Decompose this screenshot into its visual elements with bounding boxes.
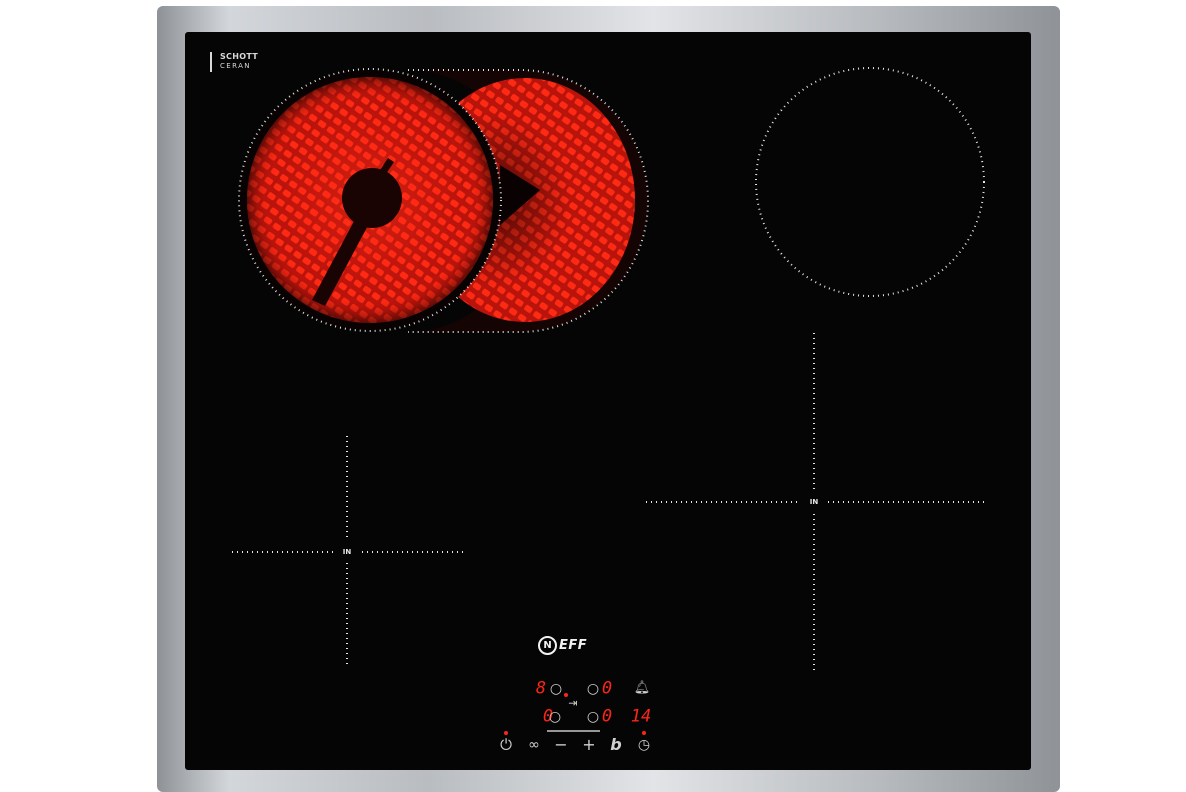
zone1-select-button[interactable]: ○	[550, 682, 562, 696]
zone2-level-display: 0	[601, 678, 613, 699]
zone1-indicator-dot	[564, 693, 568, 697]
minus-icon[interactable]: −	[554, 737, 567, 753]
zone4-level-display: 0	[601, 706, 613, 727]
bell-icon[interactable]: 🔔︎	[634, 682, 651, 695]
zone1-level-display: 8	[535, 678, 547, 699]
plus-icon[interactable]: +	[582, 737, 595, 753]
clock-icon[interactable]: ◷	[638, 738, 650, 752]
clock-indicator-dot	[642, 731, 646, 735]
rear-right-zone[interactable]	[755, 67, 985, 297]
neff-wordmark: EFF	[559, 638, 588, 653]
timer-display: 14	[630, 706, 652, 727]
radiant-zone-round[interactable]	[238, 68, 502, 332]
power-icon[interactable]: ⏻	[500, 737, 512, 753]
left-induction-label: IN	[342, 548, 352, 556]
cooking-zones	[232, 67, 985, 732]
power-indicator-dot	[504, 731, 508, 735]
right-induction-label: IN	[809, 498, 819, 506]
neff-mark: N	[538, 636, 557, 655]
boost-icon[interactable]: b	[610, 737, 621, 753]
neff-logo: N EFF	[538, 636, 587, 655]
zone4-select-button[interactable]: ○	[587, 710, 599, 724]
link-icon[interactable]: ∞	[528, 738, 540, 752]
zone2-select-button[interactable]: ○	[587, 682, 599, 696]
skip-next-icon[interactable]: ⇥	[568, 698, 577, 709]
zone3-select-button[interactable]: ○	[549, 710, 561, 724]
